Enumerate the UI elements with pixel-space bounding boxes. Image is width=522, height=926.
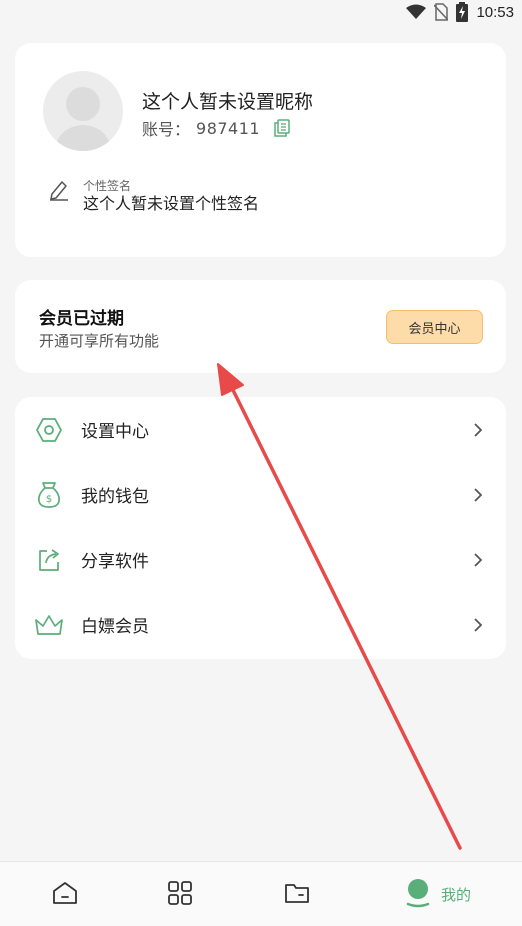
chevron-right-icon (474, 487, 482, 502)
profile-icon (405, 878, 431, 912)
account-label: 账号： (142, 120, 191, 139)
money-bag-icon: $ (35, 481, 63, 509)
default-avatar-icon (55, 87, 111, 151)
avatar[interactable] (43, 71, 123, 151)
signature-row[interactable]: 个性签名 这个人暂未设置个性签名 (49, 179, 259, 215)
nav-apps[interactable] (145, 862, 215, 926)
account-value: 987411 (196, 118, 261, 138)
vip-center-button[interactable]: 会员中心 (386, 310, 483, 344)
nickname[interactable]: 这个人暂未设置昵称 (142, 87, 313, 114)
grid-icon (168, 880, 192, 909)
chevron-right-icon (474, 617, 482, 632)
no-sim-icon (434, 3, 449, 21)
signature-value: 这个人暂未设置个性签名 (83, 194, 260, 213)
menu-item-label: 我的钱包 (81, 487, 149, 507)
profile-card: 这个人暂未设置昵称 账号： 987411 个性签名 这个人暂未设置个性签名 (15, 43, 506, 257)
battery-charging-icon (456, 2, 469, 22)
account-row: 账号： 987411 (142, 116, 290, 140)
crown-icon (35, 611, 63, 639)
nav-mine[interactable]: 我的 (388, 862, 488, 926)
menu-item-label: 白嫖会员 (81, 617, 149, 637)
wifi-icon (406, 4, 427, 20)
chevron-right-icon (474, 422, 482, 437)
nav-mine-label: 我的 (440, 886, 471, 904)
home-icon (52, 881, 78, 909)
folder-icon (284, 882, 310, 908)
copy-icon[interactable] (274, 119, 290, 137)
status-bar: 10:53 (0, 0, 522, 24)
bottom-nav: 我的 (0, 861, 522, 926)
menu-item-label: 设置中心 (81, 422, 149, 442)
vip-status-title: 会员已过期 (39, 309, 124, 329)
signature-label: 个性签名 (83, 179, 132, 193)
nav-home[interactable] (30, 862, 100, 926)
share-icon (35, 546, 63, 574)
status-time: 10:53 (476, 3, 514, 21)
menu-item-free-vip[interactable]: 白嫖会员 (15, 592, 506, 657)
nav-files[interactable] (262, 862, 332, 926)
chevron-right-icon (474, 552, 482, 567)
menu-item-wallet[interactable]: $ 我的钱包 (15, 462, 506, 527)
menu-card: 设置中心 $ 我的钱包 分享软件 白嫖会员 (15, 397, 506, 659)
vip-status-subtitle: 开通可享所有功能 (39, 332, 160, 350)
vip-card: 会员已过期 开通可享所有功能 会员中心 (15, 280, 506, 373)
menu-item-settings[interactable]: 设置中心 (15, 397, 506, 462)
menu-item-share[interactable]: 分享软件 (15, 527, 506, 592)
settings-hexagon-icon (35, 416, 63, 444)
svg-text:$: $ (46, 494, 52, 505)
pencil-icon (49, 179, 69, 205)
menu-item-label: 分享软件 (81, 552, 149, 572)
